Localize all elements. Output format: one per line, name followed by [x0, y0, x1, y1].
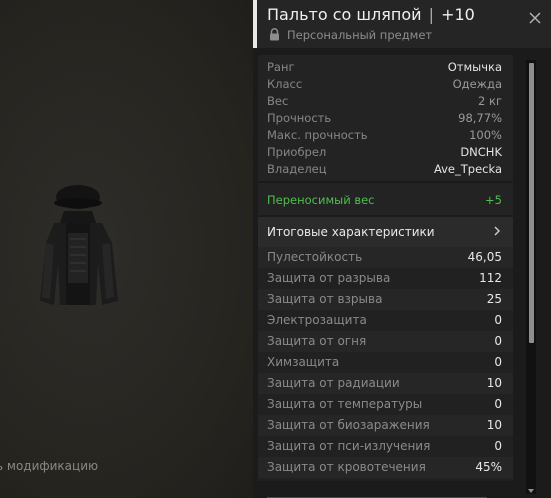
stat-label: Защита от пси-излучения: [267, 439, 431, 453]
stat-value: 45%: [475, 460, 502, 474]
attribute-row-rank: Ранг Отмычка: [258, 58, 513, 75]
lock-icon: [270, 28, 279, 41]
stat-value: 0: [494, 313, 502, 327]
attribute-label: Макс. прочность: [267, 128, 368, 142]
stat-value: 0: [494, 397, 502, 411]
close-icon[interactable]: [527, 10, 543, 26]
summary-stats-toggle[interactable]: Итоговые характеристики: [258, 217, 513, 247]
attribute-row-acquired-by: Приобрел DNCHK: [258, 143, 513, 160]
stat-value: 25: [486, 292, 502, 306]
stat-row-fire-protection: Защита от огня 0: [258, 331, 513, 352]
attribute-label: Класс: [267, 77, 303, 91]
item-title: Пальто со шляпой | +10: [267, 5, 475, 24]
attribute-label: Ранг: [267, 60, 295, 74]
carry-weight-row: Переносимый вес +5: [258, 183, 513, 215]
stat-row-bio-protection: Защита от биозаражения 10: [258, 415, 513, 436]
attribute-value: 98,77%: [458, 111, 502, 125]
stat-label: Защита от разрыва: [267, 271, 391, 285]
carry-weight-label: Переносимый вес: [267, 193, 375, 207]
next-section-header-cut: [267, 491, 497, 498]
stat-label: Защита от кровотечения: [267, 460, 426, 474]
attribute-label: Прочность: [267, 111, 332, 125]
stat-label: Защита от взрыва: [267, 292, 383, 306]
stat-row-radiation-protection: Защита от радиации 10: [258, 373, 513, 394]
stat-label: Химзащита: [267, 355, 340, 369]
attribute-label: Вес: [267, 94, 289, 108]
stat-row-electric-protection: Электрозащита 0: [258, 310, 513, 331]
stat-row-temperature-protection: Защита от температуры 0: [258, 394, 513, 415]
attribute-value: 100%: [469, 128, 502, 142]
stat-label: Защита от радиации: [267, 376, 400, 390]
attribute-row-durability: Прочность 98,77%: [258, 109, 513, 126]
attribute-row-weight: Вес 2 кг: [258, 92, 513, 109]
item-upgrade-level: +10: [441, 5, 475, 24]
attribute-row-max-durability: Макс. прочность 100%: [258, 126, 513, 143]
stat-label: Защита от температуры: [267, 397, 423, 411]
item-info-panel: Пальто со шляпой | +10 Персональный пред…: [253, 0, 551, 498]
stat-row-bullet-resistance: Пулестойкость 46,05: [258, 247, 513, 268]
attribute-value: Отмычка: [447, 60, 502, 74]
stat-value: 10: [486, 376, 502, 390]
stat-label: Защита от огня: [267, 334, 367, 348]
attribute-row-class: Класс Одежда: [258, 75, 513, 92]
attribute-label: Приобрел: [267, 145, 327, 159]
stat-value: 112: [479, 271, 502, 285]
attribute-value: Одежда: [452, 77, 502, 91]
chevron-right-icon: [494, 226, 500, 236]
stat-value: 46,05: [467, 250, 502, 264]
summary-stats-label: Итоговые характеристики: [267, 225, 435, 239]
stat-row-chemical-protection: Химзащита 0: [258, 352, 513, 373]
stat-label: Электрозащита: [267, 313, 367, 327]
stat-value: 0: [494, 355, 502, 369]
item-preview-area: ь модификацию: [0, 0, 253, 498]
stat-label: Пулестойкость: [267, 250, 363, 264]
attribute-label: Владелец: [267, 162, 327, 176]
stat-value: 0: [494, 439, 502, 453]
details-scroll-area[interactable]: Ранг Отмычка Класс Одежда Вес 2 кг Прочн…: [258, 55, 513, 498]
attribute-value: DNCHK: [460, 145, 502, 159]
attribute-value: 2 кг: [478, 94, 502, 108]
item-name: Пальто со шляпой: [267, 5, 422, 24]
stat-value: 10: [486, 418, 502, 432]
attribute-row-owner: Владелец Ave_Tpecka: [258, 160, 513, 177]
stat-label: Защита от биозаражения: [267, 418, 430, 432]
personal-item-label: Персональный предмет: [287, 28, 433, 42]
stat-row-bleeding-protection: Защита от кровотечения 45%: [258, 457, 513, 478]
carry-weight-value: +5: [485, 193, 502, 207]
scrollbar-thumb[interactable]: [529, 63, 534, 343]
stat-row-explosion-protection: Защита от взрыва 25: [258, 289, 513, 310]
stat-value: 0: [494, 334, 502, 348]
scroll-down-icon[interactable]: [527, 487, 535, 495]
stat-row-psi-protection: Защита от пси-излучения 0: [258, 436, 513, 457]
item-header: Пальто со шляпой | +10 Персональный пред…: [253, 0, 551, 48]
coat-with-hat-model: [40, 185, 118, 305]
attribute-value: Ave_Tpecka: [433, 162, 502, 176]
title-separator: |: [428, 5, 434, 24]
modification-hint: ь модификацию: [0, 459, 99, 473]
stat-row-tear-protection: Защита от разрыва 112: [258, 268, 513, 289]
